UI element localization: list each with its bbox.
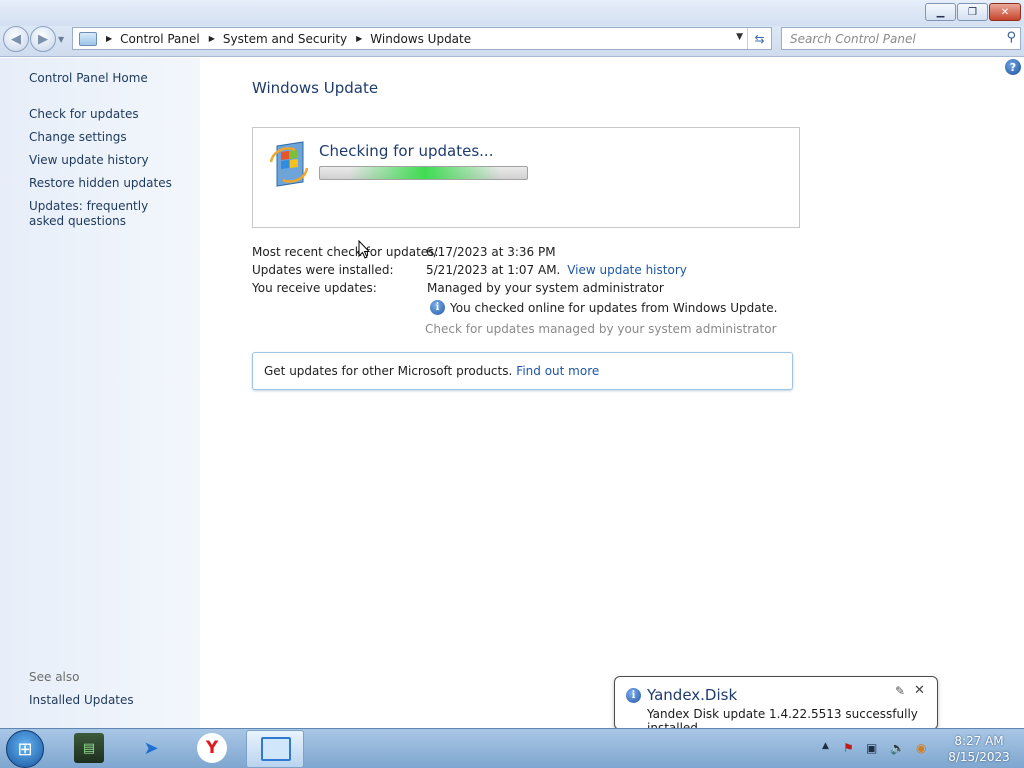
sidebar-item-check-for-updates[interactable]: Check for updates bbox=[29, 107, 139, 122]
installed-date: 5/21/2023 at 1:07 AM. bbox=[426, 263, 561, 277]
help-icon[interactable]: ? bbox=[1005, 59, 1021, 75]
chevron-down-icon[interactable]: ▼ bbox=[736, 32, 743, 42]
sidebar-item-change-settings[interactable]: Change settings bbox=[29, 130, 127, 145]
main-content: ? Windows Update Checking for updates...… bbox=[200, 58, 1024, 728]
progress-marquee bbox=[350, 167, 500, 179]
maximize-button[interactable]: ❐ bbox=[957, 3, 988, 21]
admin-updates-link[interactable]: Check for updates managed by your system… bbox=[425, 322, 777, 336]
sidebar-item-installed-updates[interactable]: Installed Updates bbox=[29, 693, 134, 708]
recent-check-value: 6/17/2023 at 3:36 PM bbox=[426, 245, 556, 259]
minimize-button[interactable]: ▁ bbox=[925, 3, 956, 21]
find-out-more-link[interactable]: Find out more bbox=[516, 364, 599, 378]
taskbar: ⊞ ▤ ➤ Y ▲ ⚑ ▣ 🔈 ◉ 8:27 AM 8/15/2023 bbox=[0, 728, 1024, 768]
search-input[interactable]: Search Control Panel ⚲ bbox=[781, 27, 1021, 50]
sidebar-item-faq[interactable]: Updates: frequently asked questions bbox=[29, 199, 179, 229]
installed-value: 5/21/2023 at 1:07 AM. View update histor… bbox=[426, 263, 687, 277]
window-title-bar: ▁ ❐ ✕ bbox=[0, 0, 1024, 26]
view-update-history-link[interactable]: View update history bbox=[567, 263, 687, 277]
update-progress-bar bbox=[319, 166, 528, 180]
tray-arrow-icon[interactable]: ▲ bbox=[822, 741, 829, 751]
address-bar[interactable]: ▶ Control Panel ▶ System and Security ▶ … bbox=[72, 27, 772, 50]
network-icon[interactable]: ▣ bbox=[866, 741, 877, 755]
search-placeholder: Search Control Panel bbox=[790, 31, 916, 46]
breadcrumb-control-panel[interactable]: Control Panel bbox=[120, 32, 200, 46]
update-status-panel: Checking for updates... bbox=[252, 127, 800, 228]
clock-time: 8:27 AM bbox=[954, 734, 1004, 748]
sidebar: Control Panel Home Check for updates Cha… bbox=[0, 58, 200, 728]
info-icon: i bbox=[626, 688, 641, 703]
action-center-icon[interactable]: ⚑ bbox=[843, 741, 854, 755]
installed-label: Updates were installed: bbox=[252, 263, 394, 277]
start-orb-icon[interactable]: ⊞ bbox=[6, 730, 44, 768]
control-panel-icon bbox=[261, 737, 291, 761]
volume-muted-icon[interactable]: 🔈 bbox=[890, 741, 905, 755]
close-button[interactable]: ✕ bbox=[989, 3, 1021, 21]
page-title: Windows Update bbox=[252, 79, 379, 97]
mouse-cursor bbox=[358, 240, 370, 259]
clock[interactable]: 8:27 AM 8/15/2023 bbox=[937, 733, 1021, 765]
refresh-icon[interactable]: ⇆ bbox=[747, 28, 771, 49]
task-manager-icon[interactable]: ▤ bbox=[74, 733, 104, 763]
breadcrumb-windows-update[interactable]: Windows Update bbox=[370, 32, 471, 46]
breadcrumb-separator[interactable]: ▶ bbox=[356, 34, 362, 43]
see-also-heading: See also bbox=[29, 670, 80, 684]
navigation-bar: ◀ ▶ ▼ ▶ Control Panel ▶ System and Secur… bbox=[0, 26, 1024, 57]
receive-label: You receive updates: bbox=[252, 281, 377, 295]
yandex-disk-tray-icon[interactable]: ◉ bbox=[916, 741, 926, 755]
back-icon[interactable]: ◀ bbox=[3, 26, 29, 52]
yandex-browser-icon[interactable]: Y bbox=[197, 733, 227, 763]
clock-date: 8/15/2023 bbox=[948, 750, 1010, 764]
taskbar-item-control-panel[interactable] bbox=[246, 730, 304, 768]
sidebar-item-view-update-history[interactable]: View update history bbox=[29, 153, 149, 168]
close-icon[interactable]: ✕ bbox=[914, 683, 925, 698]
sidebar-item-restore-hidden-updates[interactable]: Restore hidden updates bbox=[29, 176, 172, 191]
status-text: Checking for updates... bbox=[319, 142, 494, 160]
other-products-text: Get updates for other Microsoft products… bbox=[264, 364, 513, 378]
breadcrumb-separator[interactable]: ▶ bbox=[209, 34, 215, 43]
windows-update-icon bbox=[269, 141, 309, 187]
info-icon: i bbox=[430, 300, 445, 315]
app-icon[interactable]: ➤ bbox=[136, 733, 166, 763]
notification-title: Yandex.Disk bbox=[647, 686, 738, 704]
sidebar-item-control-panel-home[interactable]: Control Panel Home bbox=[29, 71, 148, 86]
receive-value: Managed by your system administrator bbox=[427, 281, 664, 295]
recent-pages-dropdown[interactable]: ▼ bbox=[58, 35, 64, 44]
breadcrumb-system-and-security[interactable]: System and Security bbox=[223, 32, 347, 46]
other-products-panel: Get updates for other Microsoft products… bbox=[252, 352, 793, 390]
control-panel-icon bbox=[79, 31, 97, 46]
recent-check-label: Most recent check for updates: bbox=[252, 245, 439, 259]
pin-icon[interactable]: ✎ bbox=[895, 684, 905, 698]
notification-balloon[interactable]: i Yandex.Disk Yandex Disk update 1.4.22.… bbox=[614, 676, 938, 739]
search-icon[interactable]: ⚲ bbox=[1006, 30, 1016, 45]
breadcrumb-separator[interactable]: ▶ bbox=[106, 34, 112, 43]
online-note: You checked online for updates from Wind… bbox=[450, 301, 778, 315]
forward-icon[interactable]: ▶ bbox=[30, 26, 56, 52]
